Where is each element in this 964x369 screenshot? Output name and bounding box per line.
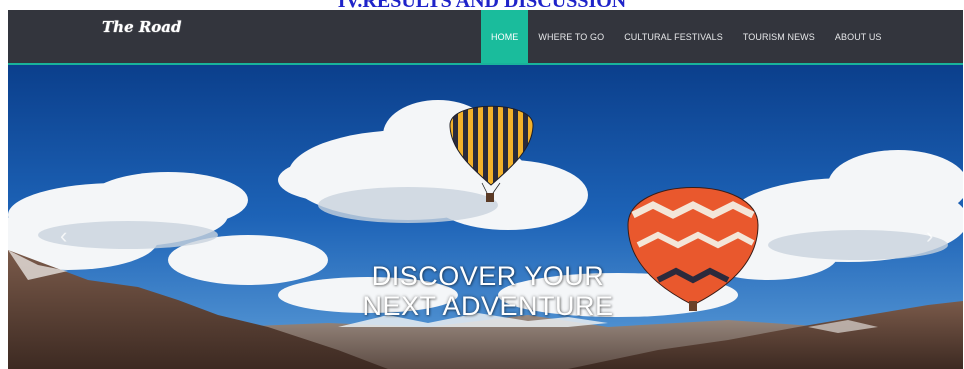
- nav-about-us[interactable]: ABOUT US: [825, 10, 892, 63]
- nav-tourism-news[interactable]: TOURISM NEWS: [733, 10, 825, 63]
- chevron-right-icon[interactable]: ›: [926, 225, 933, 247]
- hero-slider: ‹ › DISCOVER YOUR NEXT ADVENTURE: [8, 65, 963, 369]
- hero-headline: DISCOVER YOUR NEXT ADVENTURE: [338, 261, 638, 321]
- document-heading: IV.RESULTS AND DISCUSSION: [0, 0, 964, 10]
- website-screenshot: The Road HOME WHERE TO GO CULTURAL FESTI…: [8, 10, 963, 369]
- nav-where-to-go[interactable]: WHERE TO GO: [528, 10, 614, 63]
- hero-background-image: [8, 65, 963, 369]
- top-navbar: The Road HOME WHERE TO GO CULTURAL FESTI…: [8, 10, 963, 65]
- hero-headline-line-1: DISCOVER YOUR: [371, 261, 605, 291]
- nav-cultural-festivals[interactable]: CULTURAL FESTIVALS: [614, 10, 733, 63]
- nav-home[interactable]: HOME: [481, 10, 529, 63]
- hero-headline-line-2: NEXT ADVENTURE: [362, 291, 614, 321]
- main-nav: HOME WHERE TO GO CULTURAL FESTIVALS TOUR…: [481, 10, 892, 63]
- site-logo[interactable]: The Road: [102, 18, 182, 36]
- chevron-left-icon[interactable]: ‹: [60, 225, 67, 247]
